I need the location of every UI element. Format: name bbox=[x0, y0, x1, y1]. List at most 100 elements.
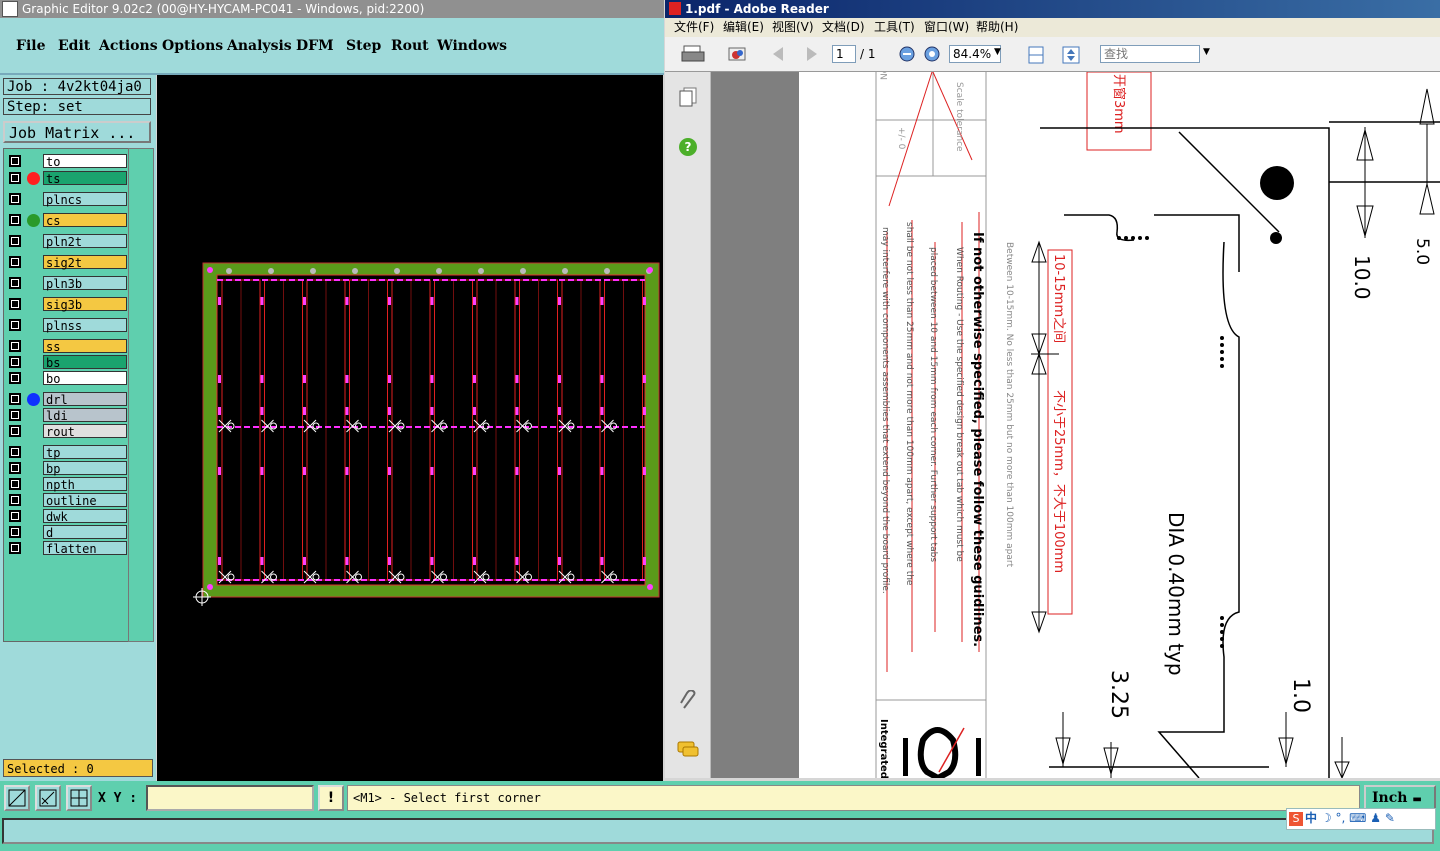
layer-row-plncs[interactable]: plncs bbox=[7, 192, 127, 207]
layer-name[interactable]: sig2t bbox=[43, 255, 127, 270]
ime-toolbar[interactable]: S中 ☽ °, ⌨ ♟ ✎ bbox=[1286, 808, 1436, 830]
pages-icon[interactable] bbox=[678, 86, 698, 108]
next-page-icon[interactable] bbox=[801, 45, 821, 63]
layer-row-bs[interactable]: bs bbox=[7, 355, 127, 370]
layer-checkbox[interactable] bbox=[9, 372, 21, 384]
layer-row-to[interactable]: to bbox=[7, 154, 127, 169]
layer-row-flatten[interactable]: flatten bbox=[7, 541, 127, 556]
layer-name[interactable]: ss bbox=[43, 339, 127, 354]
reader-menu-document[interactable]: 文档(D) bbox=[822, 18, 865, 37]
reader-menu-edit[interactable]: 编辑(E) bbox=[723, 18, 764, 37]
layer-checkbox[interactable] bbox=[9, 446, 21, 458]
print-icon[interactable] bbox=[681, 44, 705, 64]
layer-checkbox[interactable] bbox=[9, 214, 21, 226]
layer-checkbox[interactable] bbox=[9, 393, 21, 405]
fit-width-icon[interactable] bbox=[1026, 45, 1046, 65]
layer-row-bo[interactable]: bo bbox=[7, 371, 127, 386]
layer-checkbox[interactable] bbox=[9, 172, 21, 184]
menu-rout[interactable]: Rout bbox=[391, 38, 429, 54]
ime-punct-icon[interactable]: °, bbox=[1335, 811, 1345, 825]
reader-menu-tools[interactable]: 工具(T) bbox=[874, 18, 915, 37]
layer-checkbox[interactable] bbox=[9, 155, 21, 167]
ime-keyboard-icon[interactable]: ⌨ bbox=[1349, 811, 1366, 825]
ime-moon-icon[interactable]: ☽ bbox=[1321, 811, 1332, 825]
layer-name[interactable]: ts bbox=[43, 171, 127, 186]
attachment-icon[interactable] bbox=[678, 690, 698, 712]
menu-actions[interactable]: Actions bbox=[99, 38, 158, 54]
layer-checkbox[interactable] bbox=[9, 510, 21, 522]
prev-page-icon[interactable] bbox=[771, 45, 791, 63]
layer-row-cs[interactable]: cs bbox=[7, 213, 127, 228]
layer-row-npth[interactable]: npth bbox=[7, 477, 127, 492]
layer-name[interactable]: bp bbox=[43, 461, 127, 476]
layer-checkbox[interactable] bbox=[9, 494, 21, 506]
layer-row-d[interactable]: d bbox=[7, 525, 127, 540]
layer-name[interactable]: plncs bbox=[43, 192, 127, 207]
layer-name[interactable]: ldi bbox=[43, 408, 127, 423]
layer-row-ss[interactable]: ss bbox=[7, 339, 127, 354]
layer-scrollbar[interactable] bbox=[128, 148, 154, 642]
layer-name[interactable]: plnss bbox=[43, 318, 127, 333]
layer-checkbox[interactable] bbox=[9, 340, 21, 352]
layer-name[interactable]: sig3b bbox=[43, 297, 127, 312]
layer-checkbox[interactable] bbox=[9, 298, 21, 310]
measure-button[interactable] bbox=[35, 785, 61, 811]
layer-row-bp[interactable]: bp bbox=[7, 461, 127, 476]
grid-button[interactable] bbox=[66, 785, 92, 811]
menu-options[interactable]: Options bbox=[162, 38, 223, 54]
layer-checkbox[interactable] bbox=[9, 235, 21, 247]
layer-row-ldi[interactable]: ldi bbox=[7, 408, 127, 423]
layer-checkbox[interactable] bbox=[9, 409, 21, 421]
zoom-in-icon[interactable] bbox=[924, 46, 940, 62]
layer-row-pln3b[interactable]: pln3b bbox=[7, 276, 127, 291]
help-icon[interactable]: ? bbox=[678, 137, 698, 157]
layer-row-plnss[interactable]: plnss bbox=[7, 318, 127, 333]
layer-checkbox[interactable] bbox=[9, 462, 21, 474]
layer-checkbox[interactable] bbox=[9, 319, 21, 331]
layer-name[interactable]: cs bbox=[43, 213, 127, 228]
graphic-canvas[interactable] bbox=[157, 75, 663, 781]
layer-row-pln2t[interactable]: pln2t bbox=[7, 234, 127, 249]
reader-menu-window[interactable]: 窗口(W) bbox=[924, 18, 969, 37]
layer-name[interactable]: pln2t bbox=[43, 234, 127, 249]
layer-name[interactable]: npth bbox=[43, 477, 127, 492]
menu-file[interactable]: File bbox=[16, 38, 45, 54]
reader-menu-file[interactable]: 文件(F) bbox=[674, 18, 714, 37]
menu-windows[interactable]: Windows bbox=[437, 38, 507, 54]
comments-icon[interactable] bbox=[676, 740, 700, 760]
xy-input[interactable] bbox=[146, 785, 314, 811]
menu-edit[interactable]: Edit bbox=[58, 38, 90, 54]
layer-row-tp[interactable]: tp bbox=[7, 445, 127, 460]
layer-row-outline[interactable]: outline bbox=[7, 493, 127, 508]
layer-name[interactable]: flatten bbox=[43, 541, 127, 556]
layer-checkbox[interactable] bbox=[9, 478, 21, 490]
menu-analysis[interactable]: Analysis bbox=[227, 38, 292, 54]
layer-checkbox[interactable] bbox=[9, 277, 21, 289]
menu-step[interactable]: Step bbox=[346, 38, 381, 54]
layer-name[interactable]: dwk bbox=[43, 509, 127, 524]
fit-page-icon[interactable] bbox=[1061, 45, 1081, 65]
search-dropdown-icon[interactable]: ▼ bbox=[1203, 47, 1210, 57]
layer-checkbox[interactable] bbox=[9, 542, 21, 554]
layer-name[interactable]: bs bbox=[43, 355, 127, 370]
genesis-titlebar[interactable]: Graphic Editor 9.02c2 (00@HY-HYCAM-PC041… bbox=[0, 0, 664, 18]
layer-checkbox[interactable] bbox=[9, 356, 21, 368]
warning-button[interactable]: ! bbox=[318, 785, 344, 811]
layer-name[interactable]: to bbox=[43, 154, 127, 169]
layer-row-sig3b[interactable]: sig3b bbox=[7, 297, 127, 312]
layer-checkbox[interactable] bbox=[9, 526, 21, 538]
layer-row-rout[interactable]: rout bbox=[7, 424, 127, 439]
reader-titlebar[interactable]: 1.pdf - Adobe Reader bbox=[665, 0, 1440, 18]
ime-user-icon[interactable]: ♟ bbox=[1370, 811, 1381, 825]
layer-name[interactable]: bo bbox=[43, 371, 127, 386]
layer-checkbox[interactable] bbox=[9, 193, 21, 205]
ime-mode[interactable]: 中 bbox=[1305, 811, 1317, 825]
layer-row-dwk[interactable]: dwk bbox=[7, 509, 127, 524]
layer-name[interactable]: tp bbox=[43, 445, 127, 460]
reader-menu-view[interactable]: 视图(V) bbox=[772, 18, 814, 37]
layer-checkbox[interactable] bbox=[9, 256, 21, 268]
layer-name[interactable]: drl bbox=[43, 392, 127, 407]
layer-row-sig2t[interactable]: sig2t bbox=[7, 255, 127, 270]
ime-wrench-icon[interactable]: ✎ bbox=[1385, 811, 1395, 825]
zoom-dropdown-icon[interactable]: ▼ bbox=[994, 47, 1001, 57]
